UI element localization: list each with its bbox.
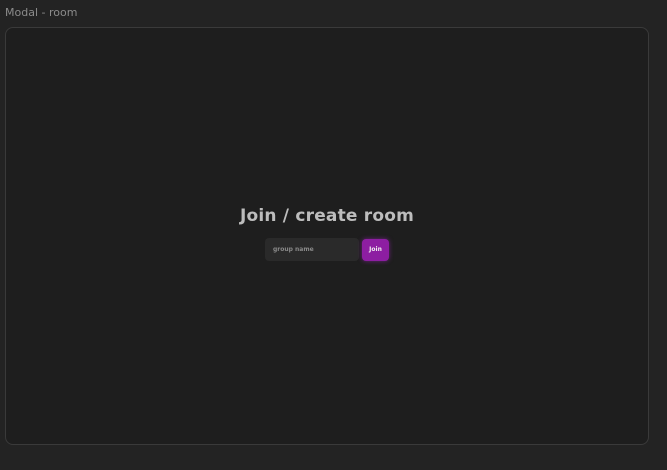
join-room-modal: Join / create room Join (6, 206, 648, 261)
join-button[interactable]: Join (362, 238, 389, 261)
group-name-input[interactable] (265, 238, 359, 261)
modal-room-frame: Join / create room Join (5, 27, 649, 445)
frame-label: Modal - room (5, 6, 78, 19)
join-form: Join (265, 238, 389, 261)
modal-title: Join / create room (239, 206, 415, 226)
